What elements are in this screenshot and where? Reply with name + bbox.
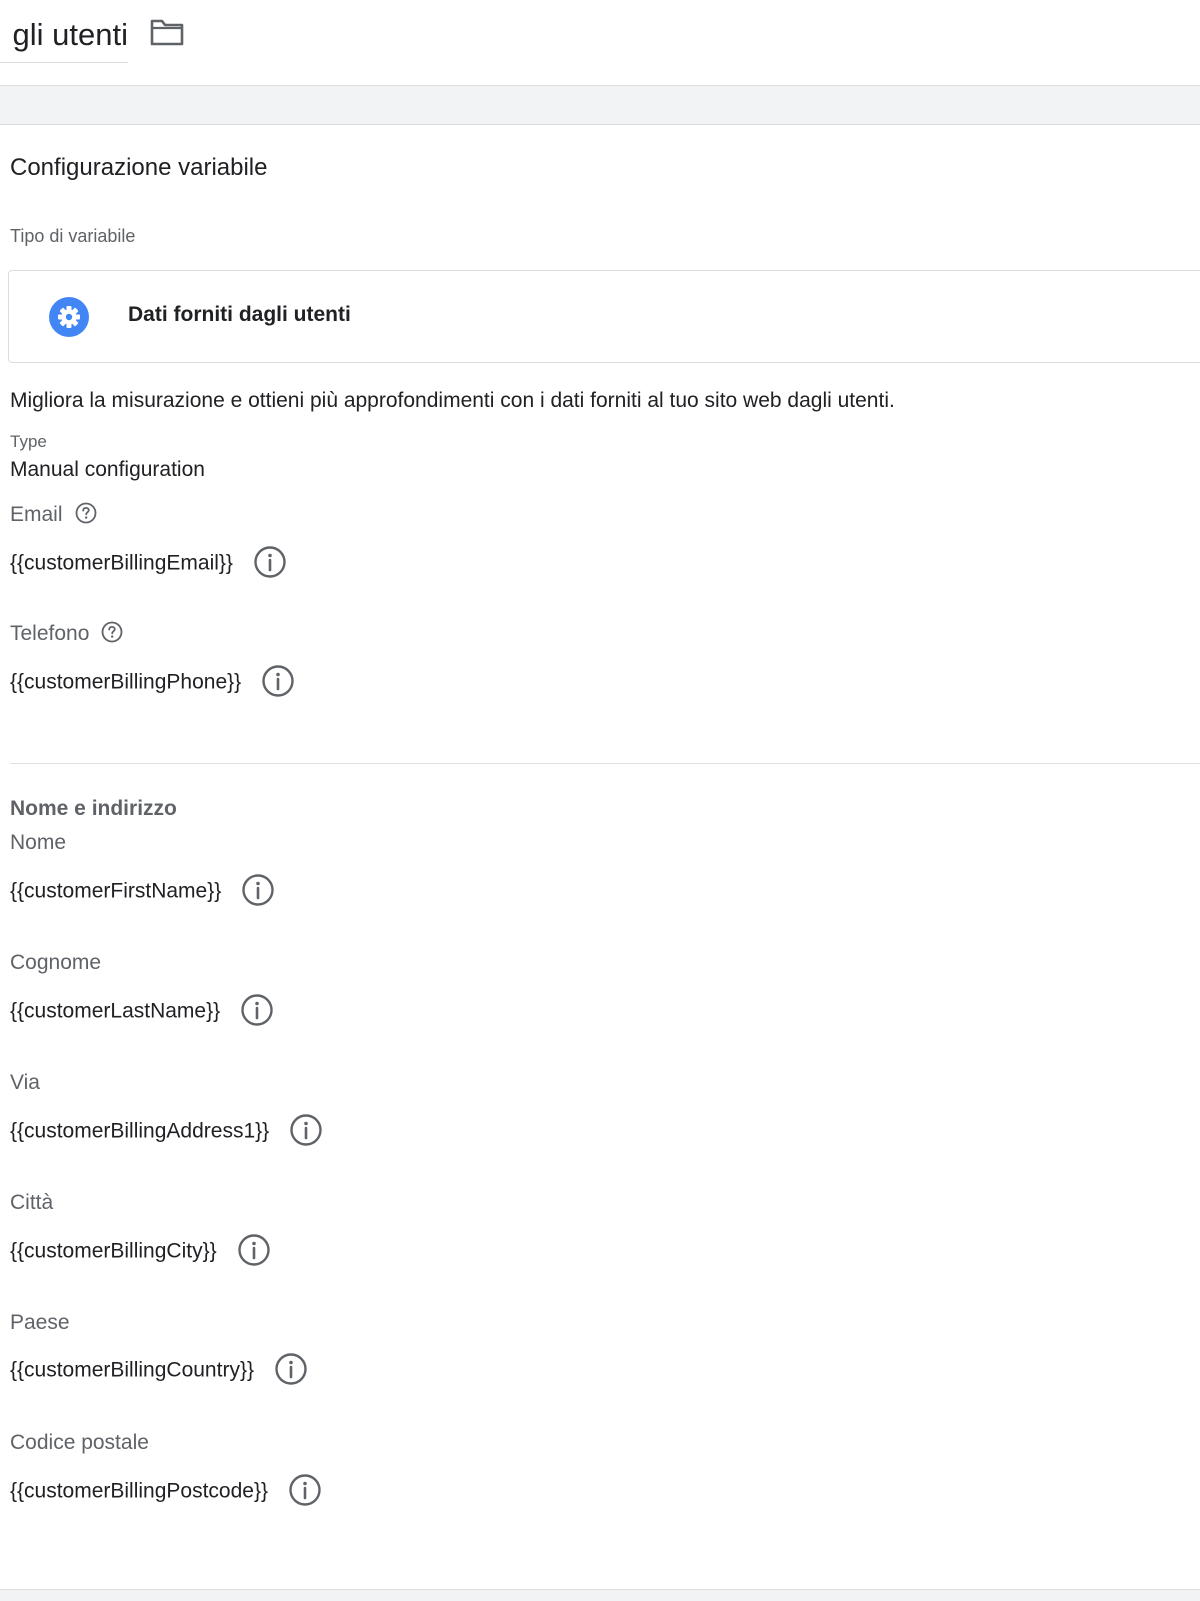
email-value: {{customerBillingEmail}}	[10, 545, 287, 581]
variable-name-input[interactable]: gli utenti	[0, 14, 128, 63]
postal-code-value: {{customerBillingPostcode}}	[10, 1473, 322, 1509]
info-icon[interactable]	[240, 993, 274, 1027]
last-name-value-text: {{customerLastName}}	[10, 999, 221, 1023]
variable-configuration-card: Configurazione variabile Tipo di variabi…	[0, 125, 1200, 1590]
email-value-text: {{customerBillingEmail}}	[10, 551, 233, 575]
variable-description: Migliora la misurazione e ottieni più ap…	[10, 389, 895, 412]
type-field-value: Manual configuration	[10, 458, 205, 481]
page-header: gli utenti	[0, 0, 1200, 86]
info-icon[interactable]	[241, 873, 275, 907]
first-name-value-text: {{customerFirstName}}	[10, 879, 222, 903]
country-value-text: {{customerBillingCountry}}	[10, 1358, 254, 1382]
variable-type-selector[interactable]: Dati forniti dagli utenti	[8, 270, 1200, 363]
first-name-value: {{customerFirstName}}	[10, 873, 275, 909]
city-label: Città	[10, 1191, 53, 1215]
info-icon[interactable]	[253, 545, 287, 579]
email-label-text: Email	[10, 503, 63, 526]
section-title: Configurazione variabile	[10, 154, 268, 181]
gear-icon	[49, 297, 89, 337]
postal-code-label-text: Codice postale	[10, 1431, 149, 1454]
type-field-label: Type	[10, 432, 47, 451]
header-separator-band	[0, 86, 1200, 125]
street-label: Via	[10, 1071, 40, 1095]
last-name-label: Cognome	[10, 951, 101, 975]
first-name-label-text: Nome	[10, 831, 67, 854]
info-icon[interactable]	[289, 1113, 323, 1147]
postal-code-value-text: {{customerBillingPostcode}}	[10, 1479, 268, 1503]
city-value-text: {{customerBillingCity}}	[10, 1239, 217, 1263]
info-icon[interactable]	[288, 1473, 322, 1507]
info-icon[interactable]	[237, 1233, 271, 1267]
info-icon[interactable]	[261, 664, 295, 698]
phone-value-text: {{customerBillingPhone}}	[10, 670, 242, 694]
phone-value: {{customerBillingPhone}}	[10, 664, 295, 700]
first-name-label: Nome	[10, 831, 66, 855]
city-value: {{customerBillingCity}}	[10, 1233, 271, 1269]
section-divider	[10, 763, 1200, 764]
phone-label-text: Telefono	[10, 622, 90, 645]
street-label-text: Via	[10, 1071, 40, 1094]
variable-type-name: Dati forniti dagli utenti	[128, 303, 351, 326]
postal-code-label: Codice postale	[10, 1431, 149, 1455]
info-icon[interactable]	[274, 1352, 308, 1386]
address-section-title: Nome e indirizzo	[10, 797, 177, 820]
street-value: {{customerBillingAddress1}}	[10, 1113, 323, 1149]
email-label: Email	[10, 503, 97, 527]
variable-name-text: gli utenti	[12, 17, 128, 52]
variable-type-label: Tipo di variabile	[10, 226, 136, 246]
last-name-label-text: Cognome	[10, 951, 102, 974]
card-bottom-border	[0, 1589, 1200, 1601]
street-value-text: {{customerBillingAddress1}}	[10, 1119, 270, 1143]
help-icon[interactable]	[101, 621, 123, 643]
country-label: Paese	[10, 1311, 70, 1335]
last-name-value: {{customerLastName}}	[10, 993, 274, 1029]
help-icon[interactable]	[75, 502, 97, 524]
phone-label: Telefono	[10, 622, 123, 646]
city-label-text: Città	[10, 1191, 54, 1214]
folder-icon[interactable]	[150, 17, 184, 47]
country-label-text: Paese	[10, 1311, 70, 1334]
country-value: {{customerBillingCountry}}	[10, 1352, 308, 1388]
